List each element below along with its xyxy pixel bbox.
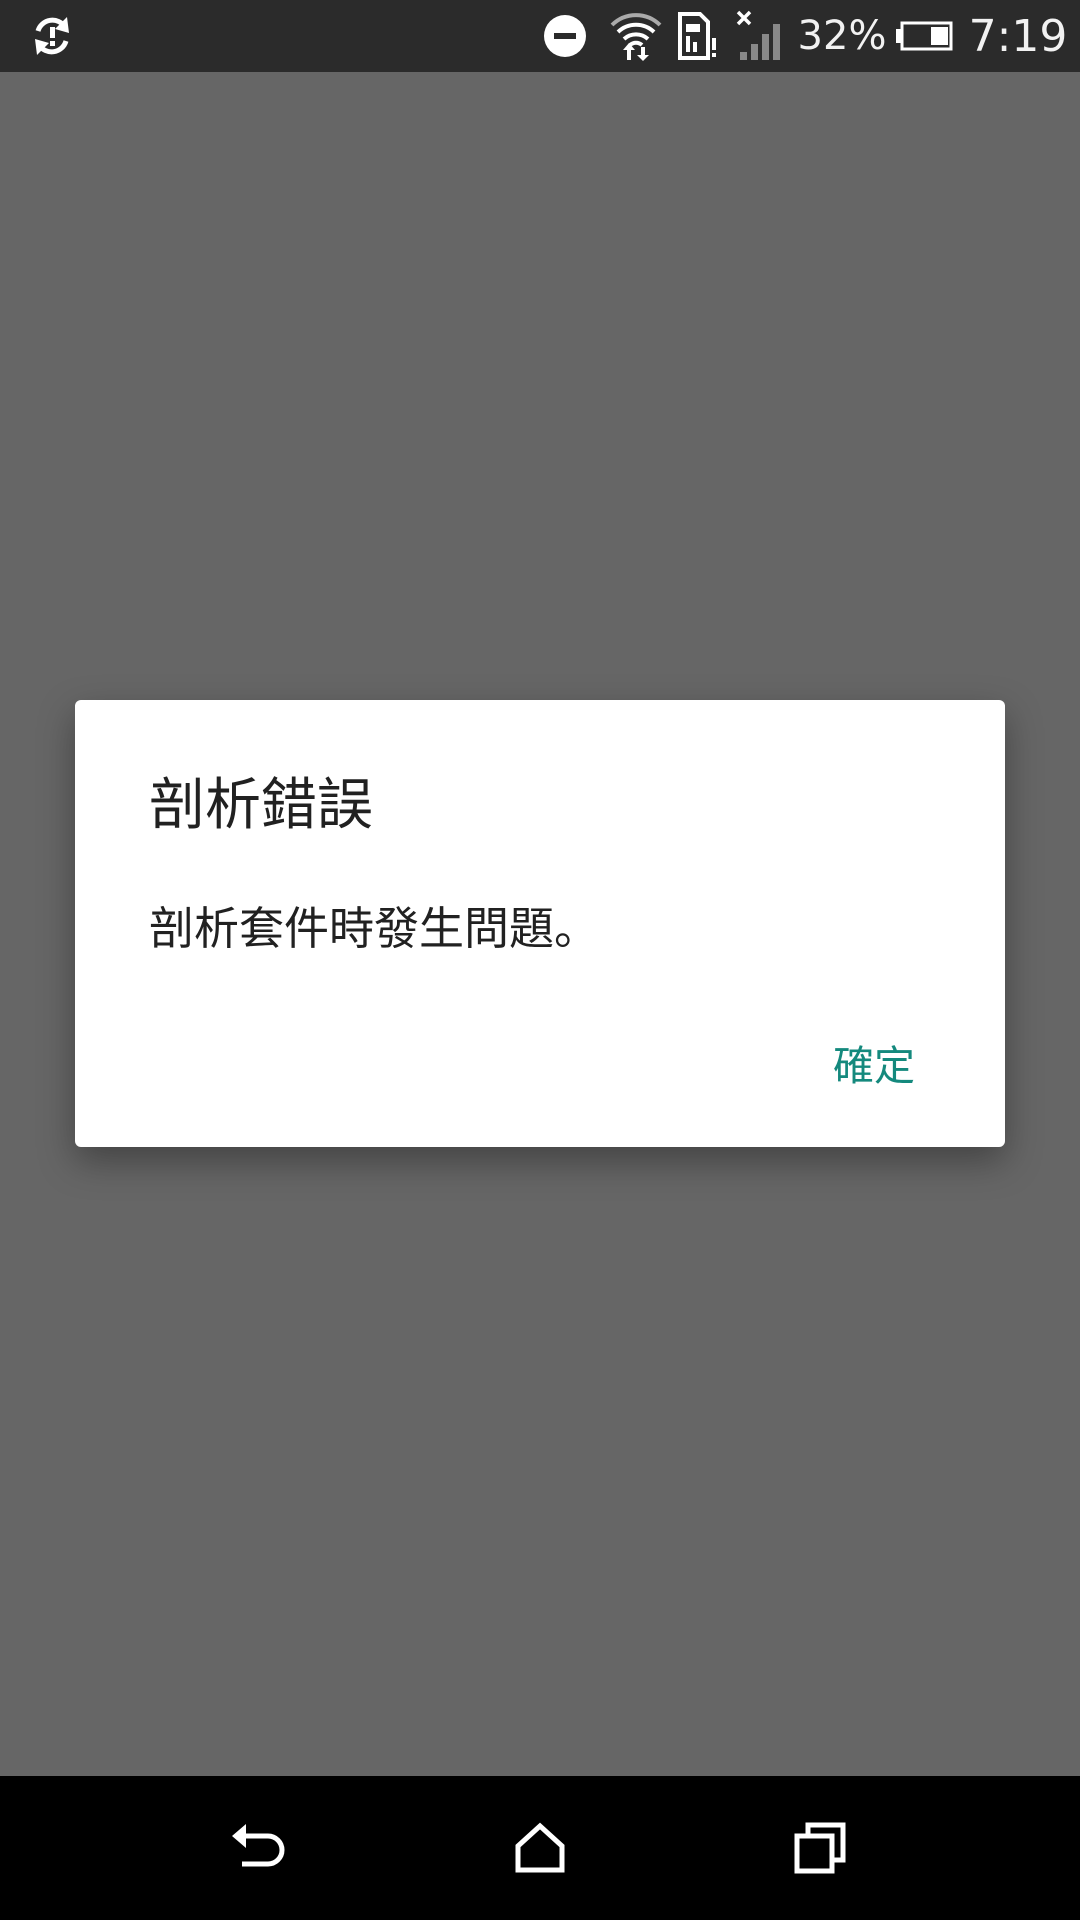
recents-icon	[794, 1822, 846, 1874]
navigation-bar	[0, 1776, 1080, 1920]
sim-card-alert-icon	[674, 0, 722, 72]
battery-percent: 32%	[797, 13, 887, 59]
back-icon	[232, 1824, 285, 1867]
sync-icon	[26, 0, 78, 72]
cell-signal-none-icon	[734, 0, 788, 72]
dialog-message: 剖析套件時發生問題。	[149, 902, 600, 955]
status-bar: 32% 7:19	[0, 0, 1080, 72]
home-icon	[515, 1822, 565, 1873]
battery-icon	[894, 0, 954, 72]
ok-button[interactable]: 確定	[825, 1026, 923, 1098]
wifi-icon	[608, 0, 664, 72]
dialog-title: 剖析錯誤	[149, 773, 373, 838]
error-dialog: 剖析錯誤 剖析套件時發生問題。 確定	[75, 700, 1005, 1147]
back-button[interactable]	[210, 1806, 310, 1890]
home-button[interactable]	[490, 1806, 590, 1890]
clock: 7:19	[968, 10, 1068, 62]
recents-button[interactable]	[770, 1806, 870, 1890]
do-not-disturb-icon	[540, 0, 590, 72]
